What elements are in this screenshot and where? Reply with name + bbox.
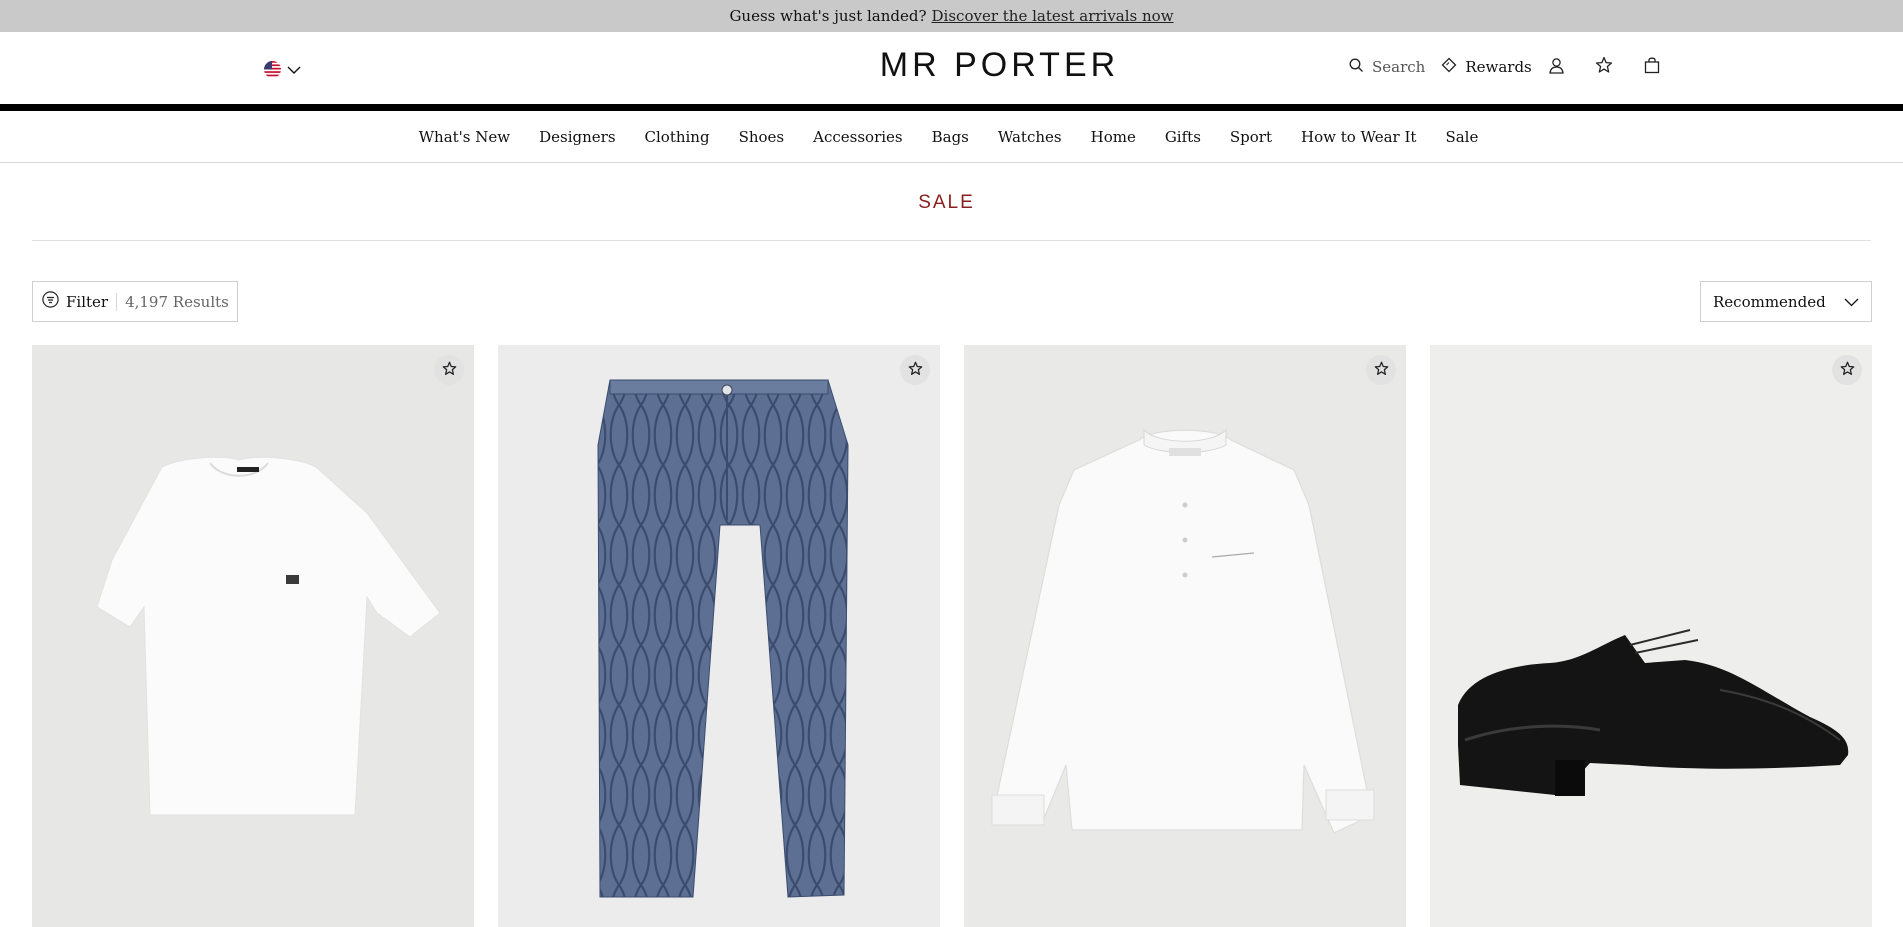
filter-label: Filter <box>66 292 109 311</box>
add-to-wishlist-button[interactable] <box>1366 355 1396 385</box>
nav-item-watches[interactable]: Watches <box>998 128 1062 146</box>
nav-item-sport[interactable]: Sport <box>1230 128 1272 146</box>
bag-button[interactable] <box>1641 56 1663 78</box>
nav-item-clothing[interactable]: Clothing <box>645 128 710 146</box>
wishlist-star-icon <box>1595 56 1613 78</box>
page-heading: SALE <box>32 164 1871 241</box>
white-grandad-collar-shirt-image <box>991 428 1375 834</box>
black-oxford-shoes-image <box>1458 629 1849 796</box>
blue-patterned-trousers-image <box>597 379 849 898</box>
filter-icon <box>42 291 59 312</box>
header-divider <box>0 104 1903 111</box>
product-card[interactable] <box>498 345 940 927</box>
add-to-wishlist-button[interactable] <box>1832 355 1862 385</box>
product-card[interactable] <box>964 345 1406 927</box>
account-button[interactable] <box>1546 56 1568 78</box>
wishlist-star-icon <box>442 361 457 380</box>
nav-item-gifts[interactable]: Gifts <box>1165 128 1201 146</box>
search-icon <box>1349 58 1364 77</box>
wishlist-star-icon <box>908 361 923 380</box>
account-icon <box>1548 57 1565 78</box>
bag-icon <box>1644 57 1660 78</box>
sort-select[interactable]: Recommended <box>1700 281 1872 322</box>
rewards-link[interactable]: Rewards <box>1441 57 1532 77</box>
nav-item-shoes[interactable]: Shoes <box>739 128 785 146</box>
rewards-diamond-icon <box>1441 57 1457 77</box>
filter-button[interactable]: Filter 4,197 Results <box>32 281 238 322</box>
announcement-link[interactable]: Discover the latest arrivals now <box>932 7 1174 25</box>
product-card[interactable] <box>1430 345 1872 927</box>
nav-item-designers[interactable]: Designers <box>539 128 615 146</box>
search-label: Search <box>1372 58 1426 76</box>
wishlist-star-icon <box>1374 361 1389 380</box>
nav-item-whats-new[interactable]: What's New <box>419 128 510 146</box>
header-actions: Search Rewards <box>1349 56 1663 78</box>
main-navigation: What's New Designers Clothing Shoes Acce… <box>0 111 1903 163</box>
site-header: MR PORTER Search Rewards <box>0 32 1903 105</box>
search-button[interactable]: Search <box>1349 58 1425 77</box>
announcement-bar: Guess what's just landed? Discover the l… <box>0 0 1903 32</box>
product-grid <box>32 345 1872 927</box>
wishlist-button[interactable] <box>1593 56 1615 78</box>
product-card[interactable] <box>32 345 474 927</box>
filter-divider <box>116 292 118 311</box>
results-count: 4,197 Results <box>125 292 229 311</box>
nav-item-bags[interactable]: Bags <box>932 128 969 146</box>
logo-text: MR PORTER <box>879 46 1120 84</box>
white-t-shirt-image <box>96 456 441 816</box>
chevron-down-icon <box>1844 293 1859 311</box>
nav-item-home[interactable]: Home <box>1091 128 1136 146</box>
nav-item-accessories[interactable]: Accessories <box>813 128 902 146</box>
page-title: SALE <box>918 192 975 213</box>
add-to-wishlist-button[interactable] <box>900 355 930 385</box>
announcement-text: Guess what's just landed? <box>729 7 927 25</box>
nav-item-how-to-wear-it[interactable]: How to Wear It <box>1301 128 1416 146</box>
wishlist-star-icon <box>1840 361 1855 380</box>
sort-value: Recommended <box>1713 292 1826 311</box>
nav-item-sale[interactable]: Sale <box>1445 128 1478 146</box>
rewards-label: Rewards <box>1465 58 1532 76</box>
add-to-wishlist-button[interactable] <box>434 355 464 385</box>
